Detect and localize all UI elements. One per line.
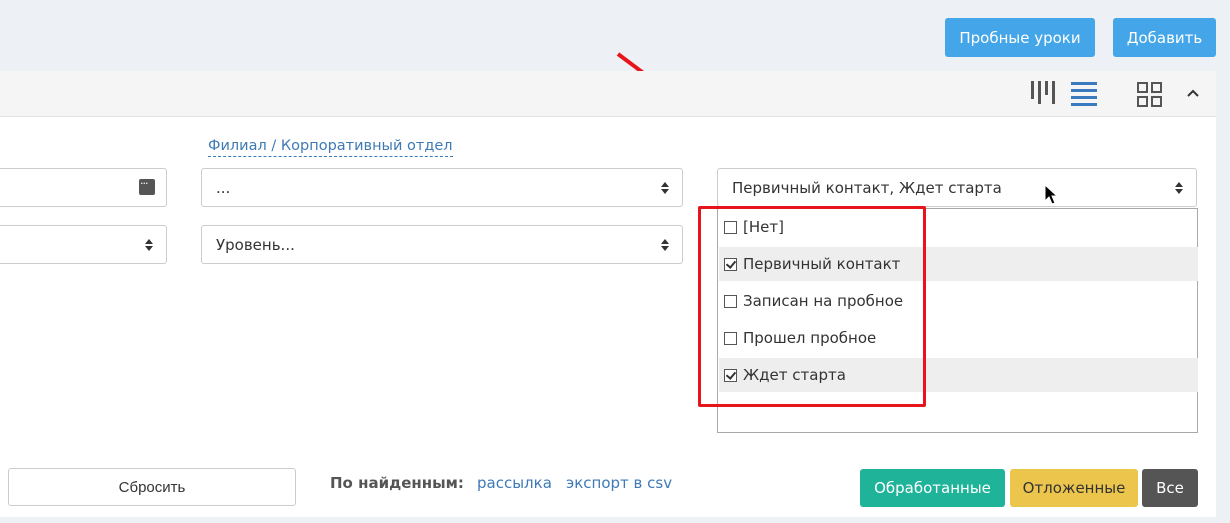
kanban-view-icon[interactable] <box>1031 81 1057 105</box>
status-dropdown: [Нет] Первичный контакт Записан на пробн… <box>717 208 1198 433</box>
checkbox[interactable] <box>724 294 737 308</box>
panel-header <box>0 71 1216 117</box>
status-select[interactable]: Первичный контакт, Ждет старта <box>717 168 1197 207</box>
status-option-none[interactable]: [Нет] <box>719 210 1198 244</box>
postponed-button[interactable]: Отложенные <box>1010 469 1138 507</box>
select-arrows-icon <box>1175 181 1183 194</box>
level-select[interactable]: Уровень... <box>201 225 683 264</box>
select-arrows-icon <box>661 181 669 194</box>
all-button[interactable]: Все <box>1142 469 1198 507</box>
mailing-link[interactable]: рассылка <box>477 474 552 492</box>
processed-button[interactable]: Обработанные <box>860 469 1005 507</box>
checkbox[interactable] <box>724 257 737 271</box>
checkbox[interactable] <box>724 331 737 345</box>
status-option-completed-trial[interactable]: Прошел пробное <box>719 321 1198 355</box>
list-view-icon[interactable] <box>1071 82 1097 106</box>
export-csv-link[interactable]: экспорт в csv <box>566 474 672 492</box>
select-arrows-icon <box>145 238 153 251</box>
found-label: По найденным: <box>330 474 464 492</box>
level-select-value: Уровень... <box>216 235 295 254</box>
grid-view-icon[interactable] <box>1137 82 1163 108</box>
checkbox[interactable] <box>724 368 737 382</box>
branch-select[interactable]: ... <box>201 168 683 207</box>
option-label: Записан на пробное <box>743 292 904 310</box>
option-label: Ждет старта <box>743 366 846 384</box>
chevron-up-icon[interactable] <box>1187 89 1199 97</box>
option-label: Прошел пробное <box>743 329 877 347</box>
checkbox[interactable] <box>724 220 737 234</box>
select-arrows-icon <box>661 238 669 251</box>
status-option-waiting-start[interactable]: Ждет старта <box>719 358 1198 392</box>
branch-select-value: ... <box>216 178 231 197</box>
calendar-icon[interactable] <box>139 177 155 195</box>
branch-link[interactable]: Филиал / Корпоративный отдел <box>208 137 453 157</box>
left-select[interactable] <box>0 225 167 264</box>
option-label: [Нет] <box>743 218 784 236</box>
reset-button[interactable]: Сбросить <box>8 468 296 506</box>
status-select-value: Первичный контакт, Ждет старта <box>732 178 1002 197</box>
status-option-signed-trial[interactable]: Записан на пробное <box>719 284 1198 318</box>
option-label: Первичный контакт <box>743 255 901 273</box>
date-field[interactable] <box>0 168 167 207</box>
mouse-cursor-icon <box>1044 184 1059 205</box>
status-option-primary-contact[interactable]: Первичный контакт <box>719 247 1198 281</box>
